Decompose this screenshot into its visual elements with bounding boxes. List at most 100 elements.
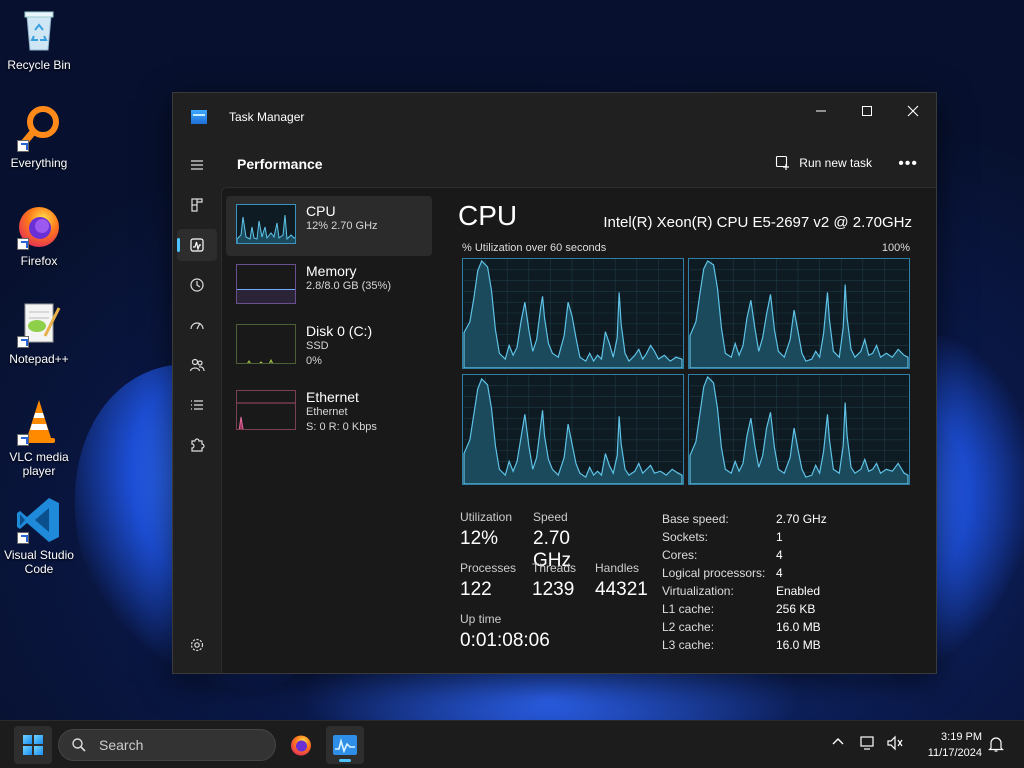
page-header: Performance Run new task •••	[221, 141, 936, 187]
taskbar-clock[interactable]: 3:19 PM 11/17/2024	[928, 729, 982, 761]
cpu-model: Intel(R) Xeon(R) CPU E5-2697 v2 @ 2.70GH…	[603, 214, 912, 231]
stat-label: Threads	[532, 561, 577, 575]
nav-startup-apps-button[interactable]	[177, 309, 217, 341]
cpu-core-graph-1	[688, 258, 910, 369]
close-icon	[907, 105, 919, 117]
page-title: Performance	[237, 156, 323, 172]
stat-uptime: Up time 0:01:08:06	[460, 612, 550, 652]
volume-button[interactable]	[886, 735, 904, 756]
more-options-button[interactable]: •••	[898, 155, 918, 173]
stat-label: Processes	[460, 561, 517, 575]
cpu-specs: Base speed: 2.70 GHz Sockets: 1 Cores: 4 Lo…	[662, 510, 827, 654]
maximize-button[interactable]	[844, 96, 890, 126]
device-detail: Ethernet	[306, 406, 348, 418]
spec-key: L3 cache:	[662, 638, 715, 652]
spec-row: L3 cache: 16.0 MB	[662, 636, 827, 654]
device-list: CPU 12% 2.70 GHz Memory 2.8/8.0 GB (35%)	[226, 196, 432, 442]
stat-label: Speed	[533, 510, 568, 524]
nav-services-button[interactable]	[177, 429, 217, 461]
spec-key: Cores:	[662, 548, 698, 562]
details-list-icon	[191, 400, 203, 410]
taskbar-search-box[interactable]: Search	[58, 729, 276, 761]
startup-gauge-icon	[190, 322, 204, 330]
device-detail: S: 0 R: 0 Kbps	[306, 421, 377, 433]
hamburger-icon	[191, 160, 203, 170]
device-ethernet[interactable]: Ethernet Ethernet S: 0 R: 0 Kbps	[226, 382, 432, 442]
stat-value: 12%	[460, 528, 499, 549]
desktop-icon-notepadpp[interactable]: Notepad++	[0, 300, 78, 366]
nav-users-button[interactable]	[177, 349, 217, 381]
stat-value: 1239	[532, 579, 575, 600]
network-disconnected-icon	[860, 736, 874, 750]
device-disk[interactable]: Disk 0 (C:) SSD 0%	[226, 316, 432, 376]
cpu-core-graph-3	[688, 374, 910, 485]
close-button[interactable]	[890, 96, 936, 126]
desktop-icon-label: Recycle Bin	[7, 58, 71, 72]
title-bar[interactable]: Task Manager	[173, 93, 936, 141]
desktop-icon-label: VLC media player	[9, 450, 69, 478]
device-detail: 0%	[306, 355, 322, 367]
network-status-button[interactable]	[860, 735, 878, 756]
spec-value: 4	[776, 566, 783, 580]
spec-value: 256 KB	[776, 602, 816, 616]
cpu-core-graph-2	[462, 374, 684, 485]
nav-performance-button[interactable]	[177, 229, 217, 261]
vlc-cone-icon	[15, 398, 63, 446]
notifications-button[interactable]	[988, 735, 1004, 758]
utilization-graph-label: % Utilization over 60 seconds	[462, 242, 607, 254]
nav-details-button[interactable]	[177, 389, 217, 421]
desktop-icon-everything[interactable]: Everything	[0, 104, 78, 170]
spec-row: L1 cache: 256 KB	[662, 600, 827, 618]
clock-time: 3:19 PM	[941, 731, 982, 743]
spec-key: Base speed:	[662, 512, 729, 526]
stat-handles: Handles 44321	[595, 561, 648, 601]
nav-settings-button[interactable]	[177, 629, 217, 661]
device-memory[interactable]: Memory 2.8/8.0 GB (35%)	[226, 256, 432, 316]
spec-row: Sockets: 1	[662, 528, 827, 546]
start-button[interactable]	[14, 726, 52, 764]
settings-gear-icon	[190, 638, 204, 652]
spec-key: L1 cache:	[662, 602, 715, 616]
shortcut-arrow-icon	[17, 140, 29, 152]
nav-app-history-button[interactable]	[177, 269, 217, 301]
stat-value: 44321	[595, 579, 648, 600]
nav-processes-button[interactable]	[177, 189, 217, 221]
nav-hamburger-button[interactable]	[177, 149, 217, 181]
desktop-icon-firefox[interactable]: Firefox	[0, 202, 78, 268]
desktop-icon-recycle-bin[interactable]: Recycle Bin	[0, 6, 78, 72]
spec-value: Enabled	[776, 584, 821, 598]
maximize-icon	[862, 106, 872, 116]
device-cpu[interactable]: CPU 12% 2.70 GHz	[226, 196, 432, 256]
desktop-icon-vscode[interactable]: Visual Studio Code	[0, 496, 78, 576]
memory-thumbnail-graph	[236, 264, 296, 304]
cpu-thumbnail-graph	[236, 204, 296, 244]
run-new-task-label: Run new task	[799, 156, 872, 170]
run-task-icon	[776, 155, 790, 170]
device-detail: SSD	[306, 340, 329, 352]
running-indicator	[339, 759, 351, 762]
stat-value: 0:01:08:06	[460, 630, 550, 651]
recycle-bin-icon	[15, 6, 63, 54]
shortcut-arrow-icon	[17, 336, 29, 348]
taskbar-task-manager-button[interactable]	[326, 726, 364, 764]
stat-threads: Threads 1239	[532, 561, 576, 601]
spec-value: 16.0 MB	[776, 620, 821, 634]
stat-label: Up time	[460, 612, 502, 626]
spec-row: L2 cache: 16.0 MB	[662, 618, 827, 636]
spec-value: 4	[776, 548, 783, 562]
ethernet-thumbnail-graph	[236, 390, 296, 430]
device-name: Memory	[306, 263, 357, 279]
show-hidden-icons-button[interactable]	[831, 735, 845, 754]
cpu-core-graph-0	[462, 258, 684, 369]
task-manager-icon	[333, 735, 357, 755]
spec-value: 2.70 GHz	[776, 512, 827, 526]
desktop-icon-vlc[interactable]: VLC media player	[0, 398, 78, 478]
minimize-button[interactable]	[798, 96, 844, 126]
services-puzzle-icon	[191, 438, 205, 452]
device-name: CPU	[306, 203, 336, 219]
task-manager-app-icon	[191, 110, 207, 124]
desktop-icon-label: Notepad++	[9, 352, 69, 366]
desktop-icon-label: Everything	[10, 156, 68, 170]
run-new-task-button[interactable]: Run new task	[775, 155, 872, 171]
taskbar-firefox-button[interactable]	[282, 726, 320, 764]
